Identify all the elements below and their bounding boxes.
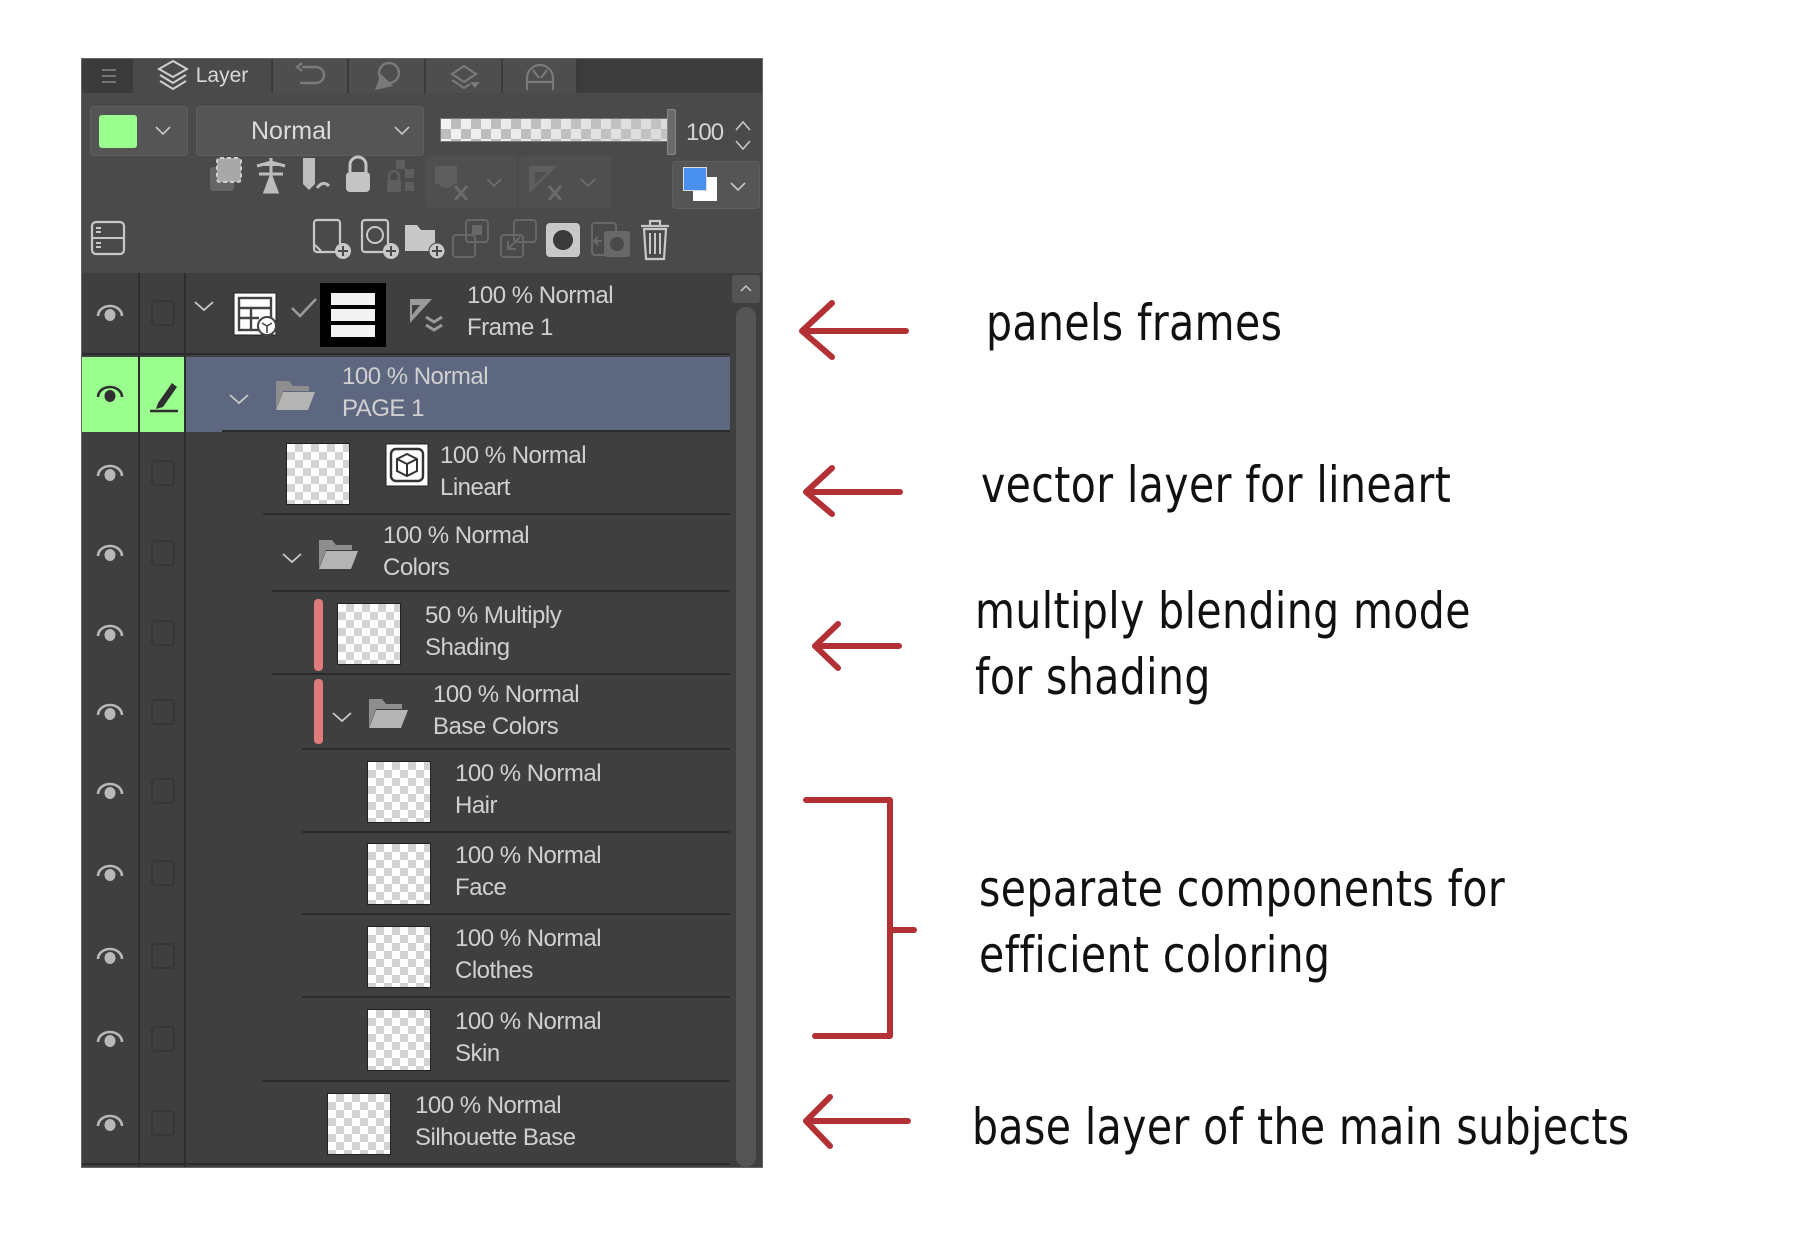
arrow-multiply (812, 621, 902, 671)
annotation-overlay (799, 300, 917, 1149)
note-panels-frames: panels frames (986, 294, 1283, 352)
arrow-vector-lineart (803, 465, 903, 517)
note-multiply-line2: for shading (975, 648, 1211, 706)
note-vector-lineart: vector layer for lineart (981, 456, 1452, 514)
arrow-base-layer (803, 1094, 911, 1149)
note-multiply-line1: multiply blending mode (975, 582, 1471, 640)
note-separate-line1: separate components for (979, 860, 1506, 918)
bracket-separate-components (803, 797, 917, 1039)
note-base-layer: base layer of the main subjects (972, 1098, 1630, 1156)
note-separate-line2: efficient coloring (979, 926, 1331, 984)
arrow-panels-frames (799, 300, 909, 360)
